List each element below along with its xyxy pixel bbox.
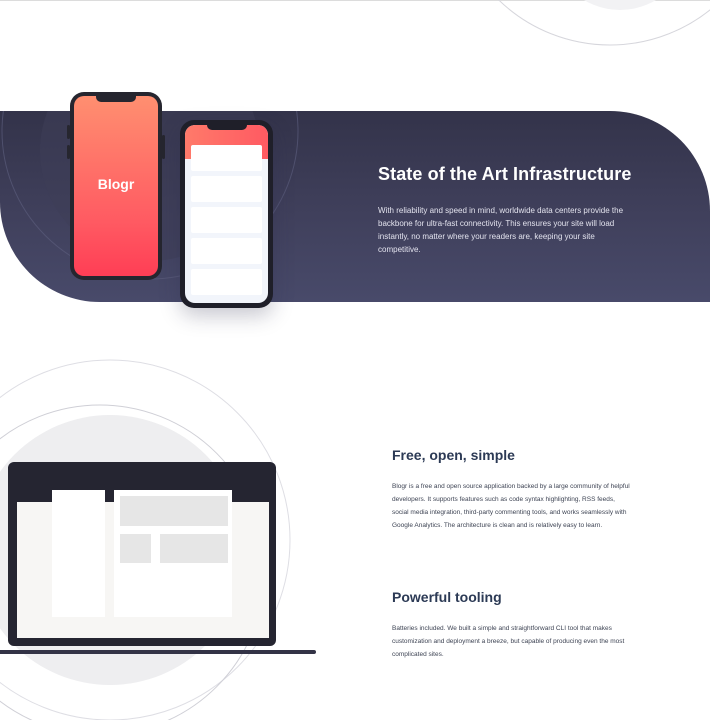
feed-card <box>191 176 262 202</box>
laptop-base <box>0 650 316 654</box>
phone-logo: Blogr <box>97 176 135 192</box>
phone-side-button <box>67 125 70 139</box>
feed-card <box>191 238 262 264</box>
feature-title-powerful-tooling: Powerful tooling <box>392 589 502 605</box>
laptop-sidebar-panel <box>52 490 105 617</box>
feature-text-powerful-tooling: Batteries included. We built a simple an… <box>392 625 625 658</box>
content-block <box>120 496 228 526</box>
phone-side-button <box>67 145 70 159</box>
feed-card <box>191 207 262 233</box>
laptop-main-panel <box>114 490 232 617</box>
feed-card <box>191 145 262 171</box>
content-block <box>160 534 228 563</box>
phone-notch <box>96 96 136 102</box>
infrastructure-text: With reliability and speed in mind, worl… <box>378 206 624 254</box>
phone-mockup-blogr: Blogr <box>70 92 162 280</box>
phone-notch <box>206 124 247 130</box>
feed-card <box>191 269 262 295</box>
feature-text-free-open-simple: Blogr is a free and open source applicat… <box>392 483 630 529</box>
content-block <box>120 534 151 563</box>
phone-mockup-feed <box>180 120 273 308</box>
phone-side-button <box>162 135 165 159</box>
feature-title-free-open-simple: Free, open, simple <box>392 447 515 463</box>
laptop-mockup <box>8 462 276 646</box>
infrastructure-title: State of the Art Infrastructure <box>378 164 632 184</box>
phone-feed-screen <box>185 125 268 303</box>
